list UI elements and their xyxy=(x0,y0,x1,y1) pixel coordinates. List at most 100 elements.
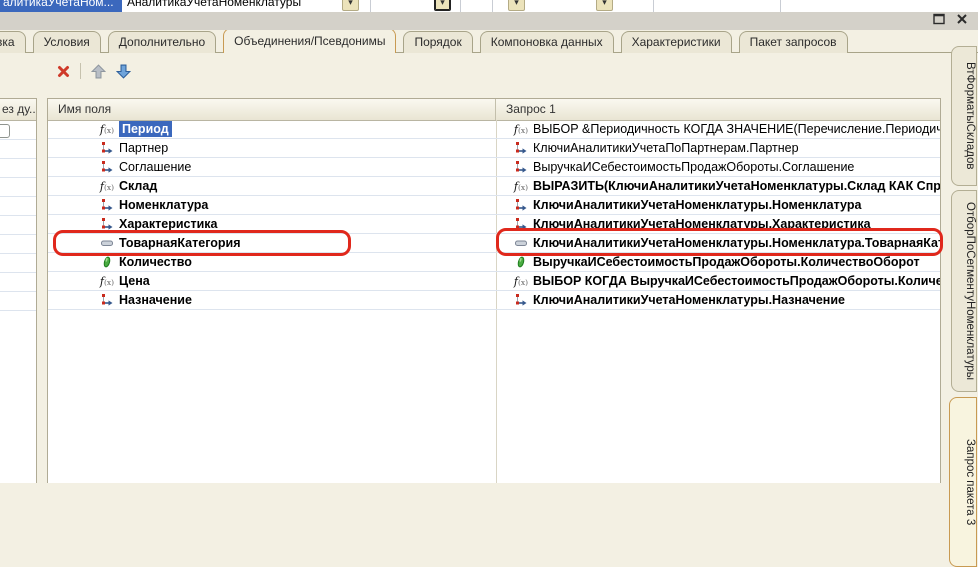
field-icon xyxy=(100,161,114,173)
close-button[interactable] xyxy=(953,13,971,29)
left-table-row[interactable] xyxy=(0,216,36,235)
query-expression-text: КлючиАналитикиУчетаНоменклатуры.Номенкла… xyxy=(533,236,940,250)
query-expression-text: КлючиАналитикиУчетаНоменклатуры.Характер… xyxy=(533,217,871,231)
left-table-body xyxy=(0,121,36,311)
field-icon xyxy=(514,161,528,173)
dropdown-button[interactable]: ▾ xyxy=(508,0,525,11)
field-icon xyxy=(514,218,528,230)
field-name-text: Цена xyxy=(119,274,150,288)
table-header: Имя поля Запрос 1 xyxy=(48,99,940,121)
function-icon: f(x) xyxy=(514,123,528,136)
alias-field-value[interactable]: АналитикаУчетаНоменклатуры xyxy=(127,0,301,12)
field-name-text: Назначение xyxy=(119,293,192,307)
left-table-row[interactable] xyxy=(0,178,36,197)
query-expression-text: ВыручкаИСебестоимостьПродажОбороты.Согла… xyxy=(533,160,854,174)
left-table-row[interactable] xyxy=(0,254,36,273)
table-row[interactable]: Соглашение ВыручкаИСебестоимостьПродажОбо… xyxy=(48,158,940,177)
delete-button[interactable] xyxy=(55,63,71,79)
minus-icon xyxy=(100,237,114,249)
query-expression-text: ВЫБОР КОГДА ВыручкаИСебестоимостьПродажО… xyxy=(533,274,940,288)
function-icon: f(x) xyxy=(100,123,114,136)
minus-icon xyxy=(514,237,528,249)
query-batch-tabstrip: ВтФорматыСкладов ОтборПоСегментуНоменклат… xyxy=(947,40,978,483)
up-arrow-icon xyxy=(91,64,106,79)
left-table-row[interactable] xyxy=(0,273,36,292)
tab-strip: вка Условия Дополнительно Объединения/Псевд… xyxy=(0,29,978,53)
field-name-text: Партнер xyxy=(119,141,168,155)
tab-Компоновка данных[interactable]: Компоновка данных xyxy=(480,31,614,53)
field-name-text: Период xyxy=(119,121,172,137)
maximize-button[interactable] xyxy=(930,13,948,29)
vertical-tab-ОтборПоСегментуНоменклатуры[interactable]: ОтборПоСегментуНоменклатуры xyxy=(951,190,977,392)
left-column-header: ез ду... xyxy=(0,99,36,121)
query-expression-text: ВЫРАЗИТЬ(КлючиАналитикиУчетаНоменклатуры… xyxy=(533,179,940,193)
field-name-text: Соглашение xyxy=(119,160,191,174)
function-icon: f(x) xyxy=(514,275,528,288)
maximize-icon xyxy=(933,13,945,25)
close-icon xyxy=(956,13,968,25)
table-row[interactable]: f(x)Ценаf(x)ВЫБОР КОГДА ВыручкаИСебестои… xyxy=(48,272,940,291)
tab-вка[interactable]: вка xyxy=(0,31,26,53)
resource-icon xyxy=(100,256,114,268)
vertical-tab-ВтФорматыСкладов[interactable]: ВтФорматыСкладов xyxy=(951,46,977,186)
left-table-row[interactable] xyxy=(0,159,36,178)
function-icon: f(x) xyxy=(514,180,528,193)
move-down-button[interactable] xyxy=(115,63,131,79)
field-name-text: Характеристика xyxy=(119,217,218,231)
field-icon xyxy=(100,218,114,230)
column-separator xyxy=(492,0,493,12)
table-row[interactable]: НоменклатураКлючиАналитикиУчетаНоменклат… xyxy=(48,196,940,215)
field-icon xyxy=(100,142,114,154)
field-icon xyxy=(514,294,528,306)
tab-Объединения/Псевдонимы[interactable]: Объединения/Псевдонимы xyxy=(223,28,396,53)
aliases-toolbar xyxy=(55,61,131,81)
down-arrow-icon xyxy=(116,64,131,79)
function-icon: f(x) xyxy=(100,180,114,193)
table-row[interactable]: ПартнерКлючиАналитикиУчетаПоПартнерам.Па… xyxy=(48,139,940,158)
left-cutoff-table: ез ду... xyxy=(0,98,37,483)
vertical-tab-Запрос пакета 3[interactable]: Запрос пакета 3 xyxy=(949,397,977,567)
query-expression-text: ВЫБОР &Периодичность КОГДА ЗНАЧЕНИЕ(Пере… xyxy=(533,122,940,136)
table-row[interactable]: f(x) Склад f(x) ВЫРАЗИТЬ(КлючиАналитикиУчет… xyxy=(48,177,940,196)
partial-checkbox[interactable] xyxy=(0,124,10,138)
tab-Пакет запросов[interactable]: Пакет запросов xyxy=(739,31,848,53)
field-name-text: ТоварнаяКатегория xyxy=(119,236,240,250)
query-expression-text: КлючиАналитикиУчетаНоменклатуры.Номенкла… xyxy=(533,198,861,212)
left-table-row[interactable] xyxy=(0,292,36,311)
tab-Характеристики[interactable]: Характеристики xyxy=(621,31,732,53)
toolbar-separator xyxy=(80,63,81,79)
table-body: f(x) Период f(x) ВЫБОР &Периодичность КОГДА… xyxy=(48,120,940,483)
tab-Дополнительно[interactable]: Дополнительно xyxy=(108,31,216,53)
column-separator xyxy=(460,0,461,12)
red-x-icon xyxy=(57,65,70,78)
left-table-row[interactable] xyxy=(0,140,36,159)
column-separator xyxy=(780,0,781,12)
resource-icon xyxy=(514,256,528,268)
field-icon xyxy=(514,142,528,154)
field-icon xyxy=(100,199,114,211)
column-separator xyxy=(370,0,371,12)
aliases-table: Имя поля Запрос 1 f(x) Период f(x) ВЫБОР &П… xyxy=(47,98,941,483)
query-expression-text: ВыручкаИСебестоимостьПродажОбороты.Колич… xyxy=(533,255,920,269)
field-icon xyxy=(100,294,114,306)
tab-Порядок[interactable]: Порядок xyxy=(403,31,472,53)
field-name-text: Количество xyxy=(119,255,192,269)
table-row[interactable]: f(x) Период f(x) ВЫБОР &Периодичность КОГДА… xyxy=(48,120,940,139)
tab-Условия[interactable]: Условия xyxy=(33,31,101,53)
column-header-field-name: Имя поля xyxy=(48,99,496,120)
left-table-row[interactable] xyxy=(0,197,36,216)
dropdown-button[interactable]: ▾ xyxy=(596,0,613,11)
selected-list-item[interactable]: алитикаУчетаНом... xyxy=(0,0,122,12)
window-titlebar xyxy=(0,12,978,30)
move-up-button[interactable] xyxy=(90,63,106,79)
top-cutoff-strip: алитикаУчетаНом... АналитикаУчетаНоменкл… xyxy=(0,0,978,12)
query-expression-text: КлючиАналитикиУчетаНоменклатуры.Назначен… xyxy=(533,293,845,307)
dropdown-button[interactable]: ▾ xyxy=(434,0,451,11)
table-row[interactable]: Количество ВыручкаИСебестоимостьПродажОбо… xyxy=(48,253,940,272)
dropdown-button[interactable]: ▾ xyxy=(342,0,359,11)
left-table-row[interactable] xyxy=(0,235,36,254)
table-row[interactable]: Назначение КлючиАналитикиУчетаНоменклатур… xyxy=(48,291,940,310)
table-row[interactable]: ТоварнаяКатегория КлючиАналитикиУчетаНоме… xyxy=(48,234,940,253)
field-name-text: Склад xyxy=(119,179,157,193)
table-row[interactable]: Характеристика КлючиАналитикиУчетаНоменкл… xyxy=(48,215,940,234)
